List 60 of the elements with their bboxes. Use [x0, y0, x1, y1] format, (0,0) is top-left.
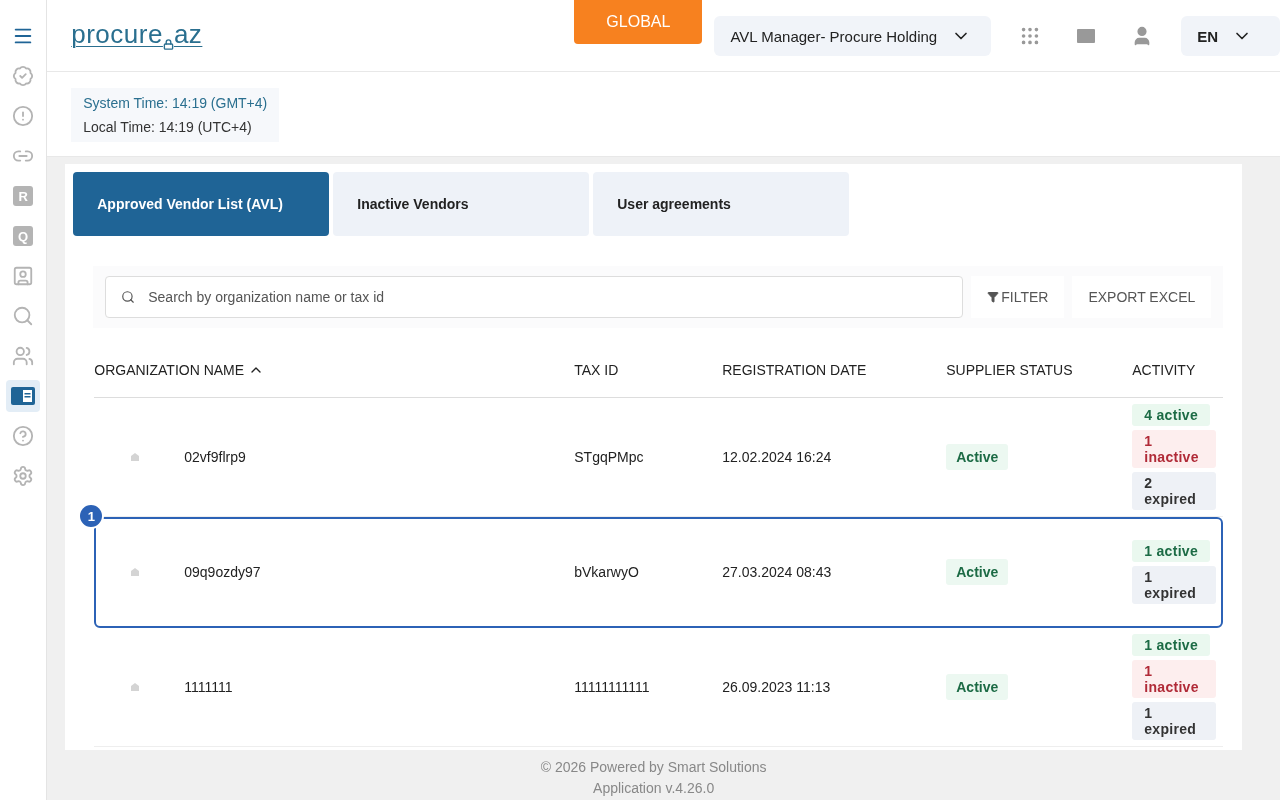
- role-select[interactable]: AVL Manager- Procure Holding: [714, 16, 992, 56]
- copyright-text: © 2026 Powered by Smart Solutions: [540, 759, 767, 775]
- activity-tag: 1 inactive: [1132, 660, 1217, 698]
- tab[interactable]: Approved Vendor List (AVL): [73, 172, 330, 236]
- column-header[interactable]: ACTIVITY: [1132, 361, 1196, 378]
- table-cell-text: 27.03.2024 08:43: [722, 564, 833, 580]
- status-tag: Active: [946, 444, 1009, 470]
- activity-tag: 4 active: [1132, 404, 1211, 426]
- activity-tag: 1 active: [1132, 634, 1211, 656]
- activity-tag: 1 expired: [1132, 702, 1217, 740]
- table-cell-text: STgqPMpc: [574, 449, 645, 465]
- list-panel-icon: [10, 385, 37, 407]
- contact-icon: [12, 265, 35, 287]
- column-header[interactable]: ORGANIZATION NAME: [94, 361, 245, 378]
- activity-tag: 1 active: [1132, 540, 1211, 562]
- logo-text: procure: [71, 19, 163, 50]
- column-header[interactable]: TAX ID: [574, 361, 619, 378]
- lock-icon: [162, 39, 174, 50]
- letter-icon: Q: [13, 226, 34, 246]
- filter-button[interactable]: FILTER: [971, 276, 1065, 318]
- version-text: Application v.4.26.0: [593, 780, 715, 796]
- table-cell: 02vf9flrp9: [184, 449, 246, 465]
- table-cell-text: 12.02.2024 16:24: [722, 449, 833, 465]
- help-icon: [12, 425, 35, 447]
- tab[interactable]: User agreements: [593, 172, 850, 236]
- column-header[interactable]: REGISTRATION DATE: [722, 361, 867, 378]
- search-icon: [12, 305, 35, 327]
- table-cell: 09q9ozdy97: [184, 564, 261, 580]
- table-cell-text: bVkarwyO: [574, 564, 640, 580]
- local-time: Local Time: 14:19 (UTC+4): [83, 119, 253, 135]
- table-row[interactable]: 02vf9flrp9 STgqPMpc 12.02.2024 16:24 Active 4 active 1 inactive 2 expired: [94, 398, 1224, 517]
- table-row[interactable]: 09q9ozdy97 bVkarwyO 27.03.2024 08:43 Active 1 active 1 expired: [94, 517, 1224, 628]
- status-tag: Active: [946, 559, 1009, 585]
- search-field[interactable]: Search by organization name or tax id: [105, 276, 964, 318]
- status-tag: Active: [946, 674, 1009, 700]
- export-button[interactable]: EXPORT EXCEL: [1072, 276, 1212, 318]
- activity-tag: 1 expired: [1132, 566, 1217, 604]
- table-cell-text: 11111111111: [574, 679, 651, 695]
- column-header[interactable]: SUPPLIER STATUS: [946, 361, 1073, 378]
- sidebar-item[interactable]: [6, 380, 41, 412]
- system-time: System Time: 14:19 (GMT+4): [83, 95, 268, 111]
- badge-check-icon: [12, 65, 35, 87]
- filter-icon: [987, 291, 1000, 303]
- language-select[interactable]: EN: [1181, 16, 1280, 56]
- callout-marker: 1: [78, 503, 105, 529]
- table-cell: 1111111: [184, 679, 233, 695]
- tab[interactable]: Inactive Vendors: [333, 172, 590, 236]
- search-icon: [121, 290, 136, 304]
- users-icon: [12, 345, 35, 367]
- activity-tag: 2 expired: [1132, 472, 1217, 510]
- house-icon: [130, 567, 141, 577]
- alert-icon: [12, 105, 35, 127]
- logo-text: az: [173, 19, 203, 50]
- activity-tag: 1 inactive: [1132, 430, 1217, 468]
- house-icon: [130, 452, 141, 462]
- house-icon: [130, 682, 141, 692]
- table-cell-text: 26.09.2023 11:13: [722, 679, 832, 695]
- letter-icon: R: [13, 186, 34, 206]
- table-row[interactable]: 1111111 11111111111 26.09.2023 11:13 Active 1 active 1 inactive 1 expired: [94, 628, 1224, 747]
- settings-icon: [12, 465, 35, 487]
